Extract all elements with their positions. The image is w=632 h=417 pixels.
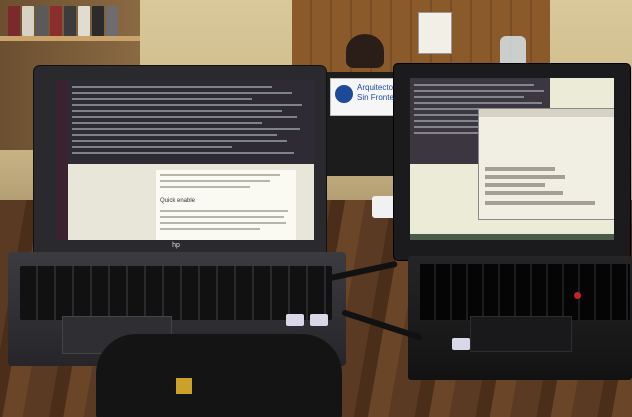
launcher-bar bbox=[56, 80, 68, 240]
right-touchpad bbox=[470, 316, 572, 352]
left-laptop-screen: Quick enable bbox=[56, 80, 314, 240]
hp-logo: hp bbox=[172, 242, 180, 249]
case-label bbox=[176, 378, 192, 394]
sign-line-1: Arquitecto bbox=[357, 83, 394, 92]
terminal-window bbox=[68, 80, 314, 164]
shelf-board bbox=[0, 36, 140, 41]
bottom-panel bbox=[410, 234, 614, 240]
right-keyboard bbox=[420, 264, 630, 320]
person-head bbox=[346, 34, 384, 68]
right-laptop-screen bbox=[410, 78, 614, 240]
book bbox=[106, 6, 118, 36]
sticker bbox=[452, 338, 470, 350]
book bbox=[78, 6, 90, 36]
photo-scene: Arquitecto Sin Fronter Quick enable hp bbox=[0, 0, 632, 417]
document-page: Quick enable bbox=[156, 170, 296, 240]
book bbox=[50, 6, 62, 36]
book bbox=[36, 6, 48, 36]
book bbox=[64, 6, 76, 36]
trackpoint bbox=[574, 292, 581, 299]
left-keyboard bbox=[20, 266, 332, 320]
sign-text: Arquitecto Sin Fronter bbox=[357, 83, 397, 103]
sticker bbox=[310, 314, 328, 326]
book bbox=[8, 6, 20, 36]
wall-poster bbox=[418, 12, 452, 54]
dialog-window bbox=[478, 108, 614, 220]
sign-line-2: Sin Fronter bbox=[357, 93, 397, 102]
book bbox=[92, 6, 104, 36]
book bbox=[22, 6, 34, 36]
sign-logo-icon bbox=[335, 85, 353, 103]
doc-heading: Quick enable bbox=[160, 198, 196, 204]
sticker bbox=[286, 314, 304, 326]
carrying-case bbox=[96, 334, 342, 417]
dialog-titlebar bbox=[479, 109, 614, 117]
